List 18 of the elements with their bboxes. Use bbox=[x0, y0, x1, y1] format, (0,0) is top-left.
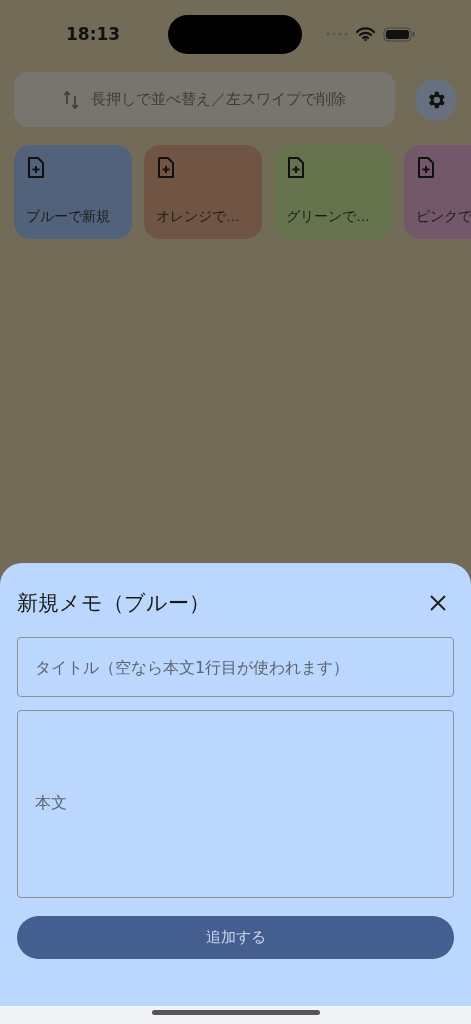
status-time: 18:13 bbox=[66, 24, 121, 44]
template-card[interactable]: ブルーで新規 bbox=[14, 145, 132, 239]
wifi-icon bbox=[356, 27, 375, 41]
template-card[interactable]: オレンジで… bbox=[144, 145, 262, 239]
new-document-icon bbox=[416, 157, 436, 179]
settings-button[interactable] bbox=[415, 78, 457, 121]
add-button[interactable]: 追加する bbox=[17, 916, 454, 959]
new-document-icon bbox=[26, 157, 46, 179]
sheet-title: 新規メモ（ブルー） bbox=[17, 590, 210, 617]
title-field[interactable]: タイトル（空なら本文1行目が使われます） bbox=[17, 637, 454, 697]
new-document-icon bbox=[286, 157, 306, 179]
new-document-icon bbox=[156, 157, 176, 179]
body-field[interactable]: 本文 bbox=[17, 710, 454, 898]
close-icon bbox=[430, 595, 446, 611]
sort-arrows-icon bbox=[63, 89, 79, 110]
template-card[interactable]: グリーンで… bbox=[274, 145, 392, 239]
hint-text: 長押しで並べ替え／左スワイプで削除 bbox=[91, 90, 346, 109]
battery-icon bbox=[383, 26, 415, 42]
